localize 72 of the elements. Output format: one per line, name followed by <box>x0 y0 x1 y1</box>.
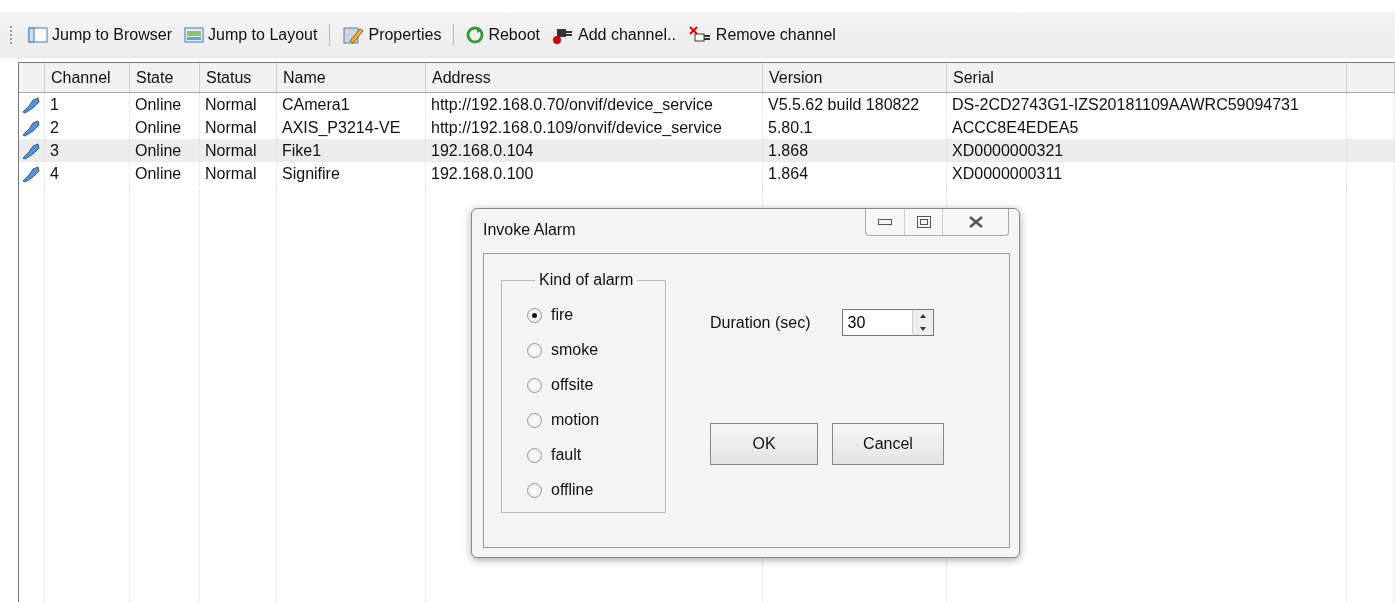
duration-field[interactable]: 30 <box>842 309 913 336</box>
radio-option[interactable]: fire <box>527 303 665 327</box>
radio-option[interactable]: fault <box>527 443 665 467</box>
table-cell: ACCC8E4EDEA5 <box>952 118 1079 137</box>
radio-button[interactable] <box>527 482 542 498</box>
browser-window-icon <box>28 27 48 43</box>
table-cell: Online <box>135 95 182 114</box>
table-cell: Fike1 <box>282 141 322 160</box>
plug-remove-icon <box>687 26 712 44</box>
column-header[interactable]: Name <box>277 63 426 92</box>
toolbar-button[interactable]: Add channel.. <box>548 23 679 47</box>
table-cell: Signifire <box>282 164 340 183</box>
table-cell: CAmera1 <box>282 95 350 114</box>
group-label: Kind of alarm <box>538 271 635 289</box>
table-cell: Normal <box>205 95 257 114</box>
table-cell: 2 <box>50 118 59 137</box>
toolbar-button[interactable]: Jump to Browser <box>25 24 176 46</box>
column-header[interactable]: Version <box>763 63 947 92</box>
connection-icon <box>21 141 41 160</box>
table-cell: 192.168.0.104 <box>431 141 534 160</box>
toolbar-button[interactable]: Properties <box>339 23 445 47</box>
column-header[interactable]: Serial <box>947 63 1347 92</box>
toolbar-button[interactable]: Reboot <box>463 24 543 46</box>
table-cell: Normal <box>205 141 257 160</box>
properties-icon <box>342 25 365 45</box>
radio-option[interactable]: offsite <box>527 373 665 397</box>
column-header[interactable]: Status <box>200 63 277 92</box>
table-cell: 1 <box>50 95 59 114</box>
close-icon <box>967 215 984 229</box>
table-cell: http://192.168.0.70/onvif/device_service <box>431 95 713 114</box>
table-cell: DS-2CD2743G1-IZS20181109AAWRC59094731 <box>952 95 1299 114</box>
window-title: Invoke Alarm <box>483 221 576 239</box>
column-header[interactable]: State <box>130 63 200 92</box>
table-cell: 1.864 <box>768 164 809 183</box>
table-cell: AXIS_P3214-VE <box>282 118 401 137</box>
dialog-button[interactable]: Cancel <box>832 423 944 465</box>
radio-option[interactable]: smoke <box>527 338 665 362</box>
connection-icon <box>21 164 41 183</box>
layout-window-icon <box>184 27 205 43</box>
table-cell: V5.5.62 build 180822 <box>768 95 920 114</box>
table-cell: http://192.168.0.109/onvif/device_service <box>431 118 722 137</box>
radio-button[interactable] <box>527 447 542 463</box>
table-cell: 1.868 <box>768 141 809 160</box>
table-cell: 3 <box>50 141 59 160</box>
radio-button[interactable] <box>527 307 542 323</box>
table-cell: Normal <box>205 164 257 183</box>
column-header[interactable]: Address <box>426 63 763 92</box>
radio-button[interactable] <box>527 377 542 393</box>
radio-option[interactable]: offline <box>527 478 665 502</box>
table-cell: XD0000000321 <box>952 141 1064 160</box>
table-cell: Online <box>135 164 182 183</box>
dialog-button[interactable]: OK <box>710 423 818 465</box>
maximize-icon <box>916 216 931 228</box>
duration-label: Duration (sec) <box>710 313 811 332</box>
refresh-icon <box>466 26 485 44</box>
connection-icon <box>21 95 41 114</box>
connection-icon <box>21 118 41 137</box>
radio-button[interactable] <box>527 342 542 358</box>
table-cell: Normal <box>205 118 257 137</box>
table-cell: XD0000000311 <box>952 164 1063 183</box>
table-cell: Online <box>135 141 182 160</box>
table-cell: Online <box>135 118 182 137</box>
toolbar-button[interactable]: Remove channel <box>684 24 839 46</box>
radio-option[interactable]: motion <box>527 408 665 432</box>
table-cell: 5.80.1 <box>768 118 813 137</box>
radio-button[interactable] <box>527 412 542 428</box>
table-row[interactable]: 3 Online Normal Fike1 192.168.0.104 1.868 XD0000000321 <box>19 139 1395 162</box>
table-cell: 192.168.0.100 <box>431 164 534 183</box>
toolbar-button[interactable]: Jump to Layout <box>181 24 321 46</box>
minimize-icon <box>878 219 892 225</box>
column-header[interactable]: Channel <box>45 63 130 92</box>
table-cell: 4 <box>50 164 59 183</box>
